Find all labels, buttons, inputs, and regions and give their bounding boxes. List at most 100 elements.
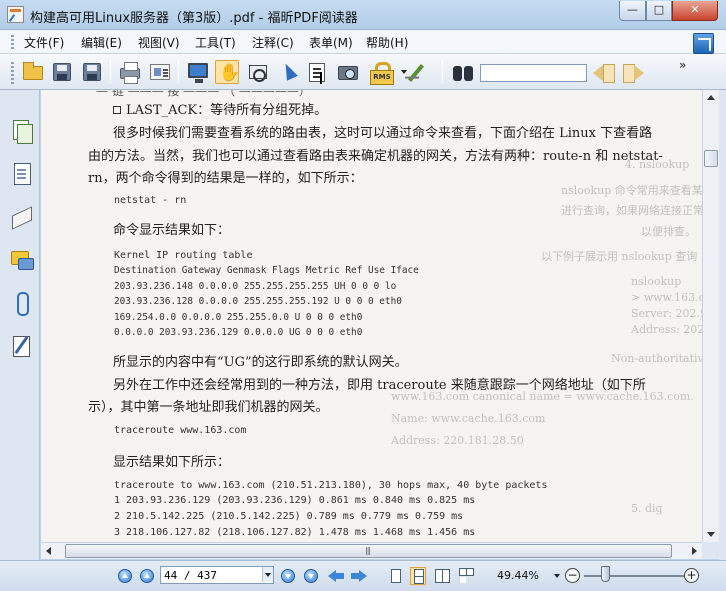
bleed-through-text: Name: www.cache.163.com xyxy=(391,412,546,425)
layers-icon[interactable] xyxy=(11,207,33,229)
paragraph-line: 由的方法。当然，我们也可以通过查看路由表来确定机器的网关，方法有两种：route… xyxy=(88,149,663,164)
vertical-scrollbar[interactable] xyxy=(702,90,719,542)
menu-file[interactable]: 文件(F) xyxy=(24,34,64,51)
search-input[interactable] xyxy=(480,64,587,82)
close-button[interactable]: ✕ xyxy=(672,1,718,21)
menu-edit[interactable]: 编辑(E) xyxy=(81,34,122,51)
continuous-facing-layout-icon[interactable] xyxy=(458,567,474,585)
hand-tool-button[interactable]: ✋ xyxy=(215,60,240,84)
horizontal-scrollbar[interactable]: ||| xyxy=(41,542,702,559)
go-forward-icon[interactable] xyxy=(351,568,367,584)
find-prev-icon[interactable] xyxy=(593,63,615,83)
menu-bar: 文件(F) 编辑(E) 视图(V) 工具(T) 注释(C) 表单(M) 帮助(H… xyxy=(0,30,726,54)
maximize-button[interactable]: □ xyxy=(646,1,672,21)
find-next-icon[interactable] xyxy=(623,63,645,83)
fullscreen-button[interactable] xyxy=(186,60,210,84)
zoom-tool-button[interactable] xyxy=(246,60,270,84)
document-view[interactable]: 4. nslookup nslookup 命令常用来查看某个域名的解析结果，在网… xyxy=(41,90,702,542)
zoom-slider-thumb[interactable] xyxy=(601,566,610,582)
select-tool-button[interactable] xyxy=(276,60,300,84)
menu-grip[interactable] xyxy=(11,35,14,49)
menu-comment[interactable]: 注释(C) xyxy=(252,34,294,51)
signatures-icon[interactable] xyxy=(11,335,33,357)
code-line: 2 210.5.142.225 (210.5.142.225) 0.789 ms… xyxy=(114,511,464,522)
paragraph-line: 命令显示结果如下： xyxy=(113,223,231,238)
right-panel-edge xyxy=(719,90,726,560)
zoom-out-icon[interactable]: − xyxy=(565,568,580,583)
bleed-through-text: 以便排查。 xyxy=(641,225,696,238)
code-line: Kernel IP routing table xyxy=(114,250,253,261)
bleed-through-text: Address: 202.96.209.133#53 xyxy=(631,323,702,336)
menu-form[interactable]: 表单(M) xyxy=(309,34,353,51)
rms-button[interactable] xyxy=(368,60,394,85)
rms-dropdown-icon[interactable] xyxy=(401,70,407,74)
paragraph-line: 另外在工作中还会经常用到的一种方法，即用 traceroute 来随意跟踪一个网… xyxy=(113,378,646,393)
toolbar-separator xyxy=(442,60,443,84)
vertical-scroll-thumb[interactable] xyxy=(704,150,718,167)
scroll-right-arrow-icon[interactable] xyxy=(686,543,702,559)
bleed-through-text: Server: 202.96.209.133 xyxy=(631,307,702,320)
print-button[interactable] xyxy=(118,60,142,84)
code-line: Destination Gateway Genmask Flags Metric… xyxy=(114,265,419,276)
scan-button[interactable] xyxy=(148,60,172,84)
bleed-through-text: 5. dig xyxy=(631,502,663,515)
zoom-in-icon[interactable]: + xyxy=(684,568,699,583)
code-line: 169.254.0.0 0.0.0.0 255.255.0.0 U 0 0 0 … xyxy=(114,312,363,323)
toolbar-overflow-icon[interactable]: » xyxy=(679,58,686,72)
menu-help[interactable]: 帮助(H) xyxy=(366,34,408,51)
find-button[interactable] xyxy=(450,60,474,84)
facing-layout-icon[interactable] xyxy=(434,567,450,585)
sign-button[interactable] xyxy=(408,60,434,84)
scroll-down-arrow-icon[interactable] xyxy=(703,526,719,542)
save-button[interactable] xyxy=(50,60,74,84)
zoom-level[interactable]: 49.44% xyxy=(497,569,539,582)
paragraph-line: 显示结果如下所示： xyxy=(113,455,231,470)
scroll-grip: ||| xyxy=(365,546,371,555)
next-page-icon[interactable] xyxy=(281,569,295,583)
code-line: 203.93.236.148 0.0.0.0 255.255.255.255 U… xyxy=(114,281,397,292)
single-page-layout-icon[interactable] xyxy=(387,567,403,585)
zoom-glass-icon xyxy=(249,65,267,82)
zoom-slider-track[interactable] xyxy=(584,575,684,577)
pdf-page: 4. nslookup nslookup 命令常用来查看某个域名的解析结果，在网… xyxy=(41,90,702,542)
menu-view[interactable]: 视图(V) xyxy=(138,34,180,51)
bookmarks-icon[interactable] xyxy=(11,163,33,185)
last-page-icon[interactable] xyxy=(304,569,318,583)
page-thumbnails-icon[interactable] xyxy=(11,120,33,144)
menu-tools[interactable]: 工具(T) xyxy=(195,34,236,51)
scroll-left-arrow-icon[interactable] xyxy=(41,543,57,559)
scan-icon xyxy=(150,64,170,80)
fullscreen-icon xyxy=(188,63,208,83)
zoom-dropdown-icon[interactable] xyxy=(554,574,560,578)
window-title: 构建高可用Linux服务器（第3版）.pdf - 福昕PDF阅读器 xyxy=(30,11,358,26)
scrollbar-corner xyxy=(702,542,719,559)
expand-window-icon[interactable] xyxy=(693,33,714,54)
save-icon xyxy=(53,63,71,81)
minimize-button[interactable]: — xyxy=(619,1,646,21)
rms-lock-icon xyxy=(370,62,394,85)
first-page-icon[interactable] xyxy=(118,569,132,583)
text-select-button[interactable] xyxy=(306,60,330,84)
continuous-layout-icon[interactable] xyxy=(410,567,426,585)
open-button[interactable] xyxy=(21,60,45,84)
snapshot-camera-icon xyxy=(338,66,358,80)
code-line: 3 218.106.127.82 (218.106.127.82) 1.478 … xyxy=(114,527,476,538)
snapshot-button[interactable] xyxy=(336,60,360,84)
save-as-button[interactable] xyxy=(80,60,104,84)
attachments-paperclip-icon[interactable] xyxy=(11,292,33,316)
status-bar: 49.44% − + xyxy=(0,560,726,591)
page-dropdown-icon[interactable] xyxy=(262,567,273,582)
bleed-through-text: 以下例子展示用 nslookup 查询 163 的 DNS 解析 xyxy=(541,250,702,263)
bleed-through-text: > www.163.com xyxy=(631,291,702,304)
comments-icon[interactable] xyxy=(11,250,34,272)
bleed-through-text: nslookup xyxy=(631,275,682,288)
previous-page-icon[interactable] xyxy=(140,569,154,583)
scroll-up-arrow-icon[interactable] xyxy=(703,90,719,106)
go-back-icon[interactable] xyxy=(328,568,344,584)
sign-icon xyxy=(408,64,424,82)
horizontal-scroll-thumb[interactable]: ||| xyxy=(65,544,672,558)
page-number-input[interactable] xyxy=(160,566,274,584)
bleed-through-text: Address: 220.181.28.50 xyxy=(391,434,524,447)
toolbar-grip[interactable] xyxy=(11,62,14,84)
code-line: netstat - rn xyxy=(114,195,187,206)
